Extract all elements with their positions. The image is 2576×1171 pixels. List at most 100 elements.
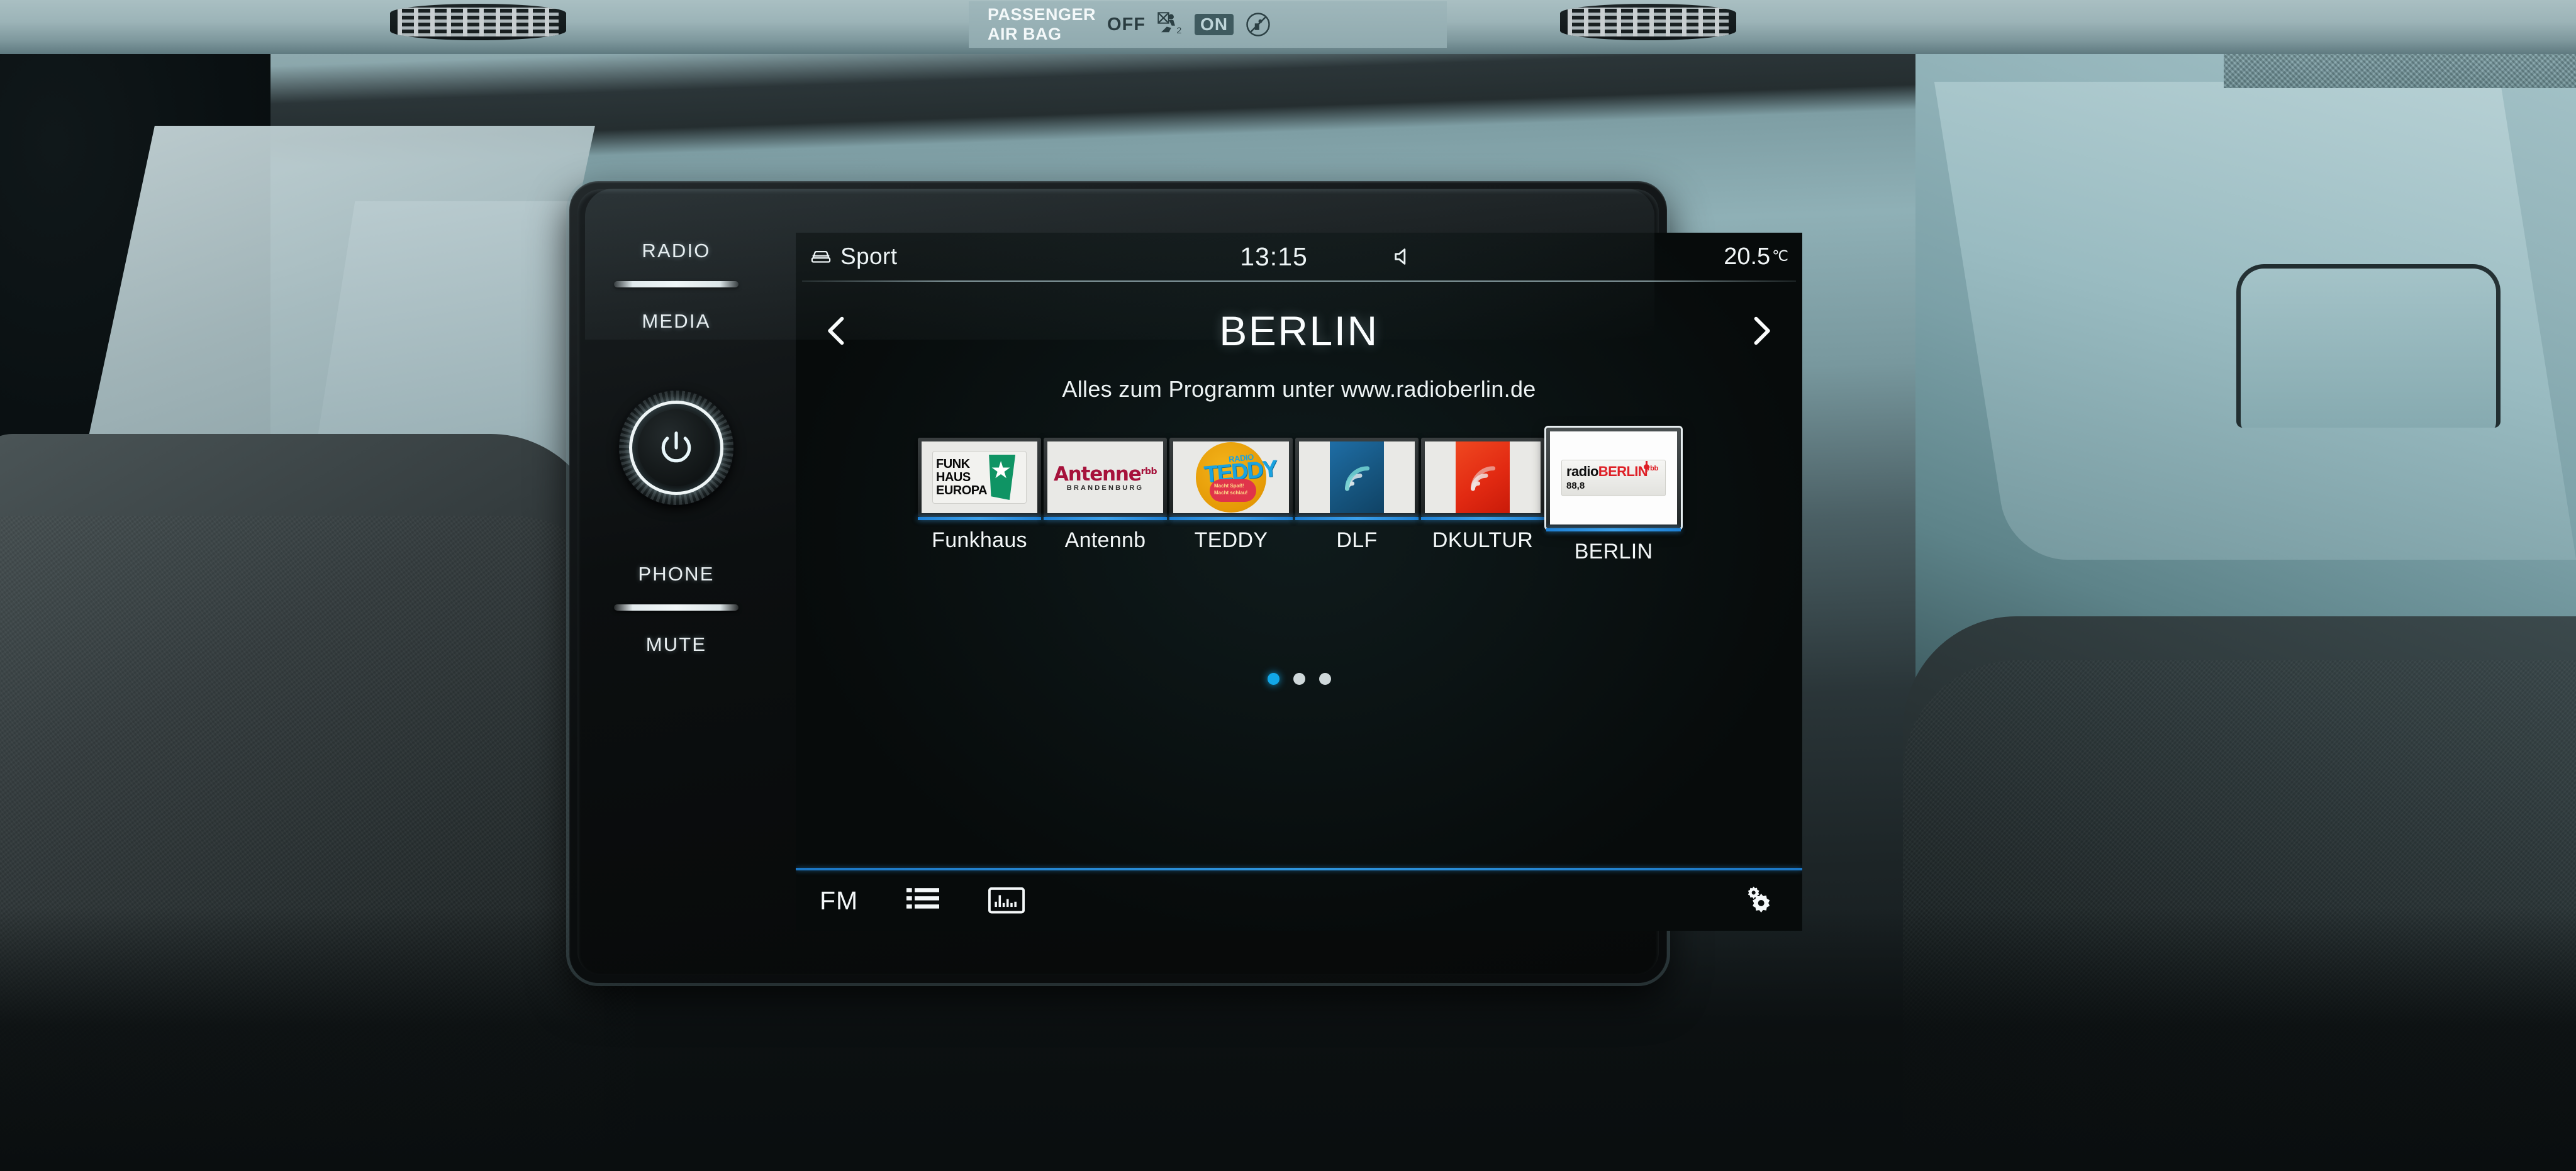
funkhaus-line3: EUROPA xyxy=(936,483,988,497)
preset-tile-funkhaus[interactable]: FUNK HAUS EUROPA Funkhaus xyxy=(917,438,1042,553)
airbag-title-line1: PASSENGER xyxy=(988,5,1096,24)
preset-label: BERLIN xyxy=(1574,540,1653,563)
airbag-no-child-seat-icon xyxy=(1245,11,1271,38)
preset-accent-underline xyxy=(1169,517,1293,520)
band-scan-icon[interactable] xyxy=(988,879,1025,923)
preset-label: Antennb xyxy=(1064,528,1146,552)
air-vent-right[interactable] xyxy=(1560,4,1736,40)
hw-rocker-radio-media[interactable] xyxy=(614,281,739,287)
funkhaus-logo-text: FUNK HAUS EUROPA xyxy=(936,457,988,497)
preset-artwork xyxy=(1299,441,1415,513)
station-header: BERLIN xyxy=(796,293,1802,369)
hw-button-mute[interactable]: MUTE xyxy=(646,633,707,656)
antenne-name: Antenne xyxy=(1053,463,1142,486)
speaker-mute-icon[interactable] xyxy=(1392,246,1413,267)
hw-button-media[interactable]: MEDIA xyxy=(642,310,710,333)
screenshot-root: PASSENGER AIR BAG OFF 2 ON RADIO MEDIA P… xyxy=(0,0,2576,1171)
power-icon xyxy=(657,428,696,467)
antenne-region: BRANDENBURG xyxy=(1066,484,1144,492)
generic-radio-wave-logo-red xyxy=(1456,441,1510,513)
left-hardware-controls: RADIO MEDIA PHONE MUTE xyxy=(598,227,755,950)
airbag-title: PASSENGER AIR BAG xyxy=(988,5,1096,44)
airbag-on-label: ON xyxy=(1195,14,1234,35)
funkhaus-flag-mark xyxy=(989,455,1016,500)
hw-rocker-phone-mute[interactable] xyxy=(614,604,739,611)
preset-label: TEDDY xyxy=(1194,528,1268,552)
knob-face xyxy=(638,409,715,486)
preset-label: Funkhaus xyxy=(932,528,1027,552)
funkhaus-line1: FUNK xyxy=(936,457,970,471)
drive-mode-label: Sport xyxy=(840,243,898,269)
status-bar-divider xyxy=(802,280,1796,282)
berlin-frequency: 88,8 xyxy=(1566,480,1585,491)
airbag-off-icon: 2 xyxy=(1157,11,1183,38)
funkhaus-europa-logo: FUNK HAUS EUROPA xyxy=(932,451,1027,504)
temperature-unit: ℃ xyxy=(1772,247,1788,264)
preset-accent-underline xyxy=(1546,528,1681,531)
hw-button-radio[interactable]: RADIO xyxy=(642,240,710,262)
hw-button-phone[interactable]: PHONE xyxy=(638,563,714,586)
clock: 13:15 xyxy=(1240,241,1308,271)
preset-artwork: radioBERLINrbb 88,8 xyxy=(1550,431,1677,524)
drive-mode-indicator[interactable]: Sport xyxy=(810,243,897,270)
preset-tile-dkultur[interactable]: DKULTUR xyxy=(1420,438,1545,553)
preset-tile-antennb[interactable]: Antennerbb BRANDENBURG Antennb xyxy=(1043,438,1168,553)
list-icon[interactable] xyxy=(906,879,939,923)
generic-radio-wave-logo-blue xyxy=(1330,441,1384,513)
teddy-slogan-blob: Macht Spaß! Macht schlau! xyxy=(1210,479,1256,502)
preset-artwork xyxy=(1425,441,1541,513)
berlin-tv-tower-mark xyxy=(1644,461,1649,472)
preset-tile-dlf[interactable]: DLF xyxy=(1295,438,1419,553)
preset-accent-underline xyxy=(1044,517,1167,520)
preset-pagination[interactable] xyxy=(796,673,1802,685)
preset-artwork-frame: RADIO TEDDY Macht Spaß! Macht schlau! xyxy=(1169,438,1293,517)
antenne-rbb: rbb xyxy=(1140,467,1157,477)
chevron-left-icon[interactable] xyxy=(810,304,864,358)
gears-icon[interactable] xyxy=(1736,879,1776,923)
teddy-slogan: Macht Spaß! Macht schlau! xyxy=(1214,483,1248,496)
chevron-right-icon[interactable] xyxy=(1734,304,1788,358)
car-front-icon xyxy=(810,248,832,265)
station-preset-list: FUNK HAUS EUROPA Funkhaus Antennerbb BRA… xyxy=(796,428,1802,564)
antenne-brandenburg-logo: Antennerbb BRANDENBURG xyxy=(1054,463,1157,492)
preset-artwork-frame xyxy=(1295,438,1419,517)
preset-artwork-frame: radioBERLINrbb 88,8 xyxy=(1546,428,1681,528)
band-button[interactable]: FM xyxy=(820,879,858,923)
preset-label: DLF xyxy=(1336,528,1378,552)
dashboard-right-storage-trim xyxy=(2236,264,2501,428)
preset-artwork-frame xyxy=(1421,438,1544,517)
bottom-toolbar: FM xyxy=(796,870,1802,931)
berlin-radio-word: radio xyxy=(1566,463,1598,479)
passenger-airbag-indicator: PASSENGER AIR BAG OFF 2 ON xyxy=(969,1,1447,48)
infotainment-screen[interactable]: Sport 13:15 20.5 ℃ BERLIN Alles zum Prog… xyxy=(796,233,1802,931)
airbag-title-line2: AIR BAG xyxy=(988,25,1062,43)
page-title: BERLIN xyxy=(1219,308,1379,354)
temperature-value: 20.5 xyxy=(1724,243,1771,270)
pagination-dot-1[interactable] xyxy=(1267,673,1280,685)
preset-label: DKULTUR xyxy=(1432,528,1534,552)
pagination-dot-3[interactable] xyxy=(1319,673,1331,685)
preset-tile-berlin[interactable]: radioBERLINrbb 88,8 BERLIN xyxy=(1546,428,1681,564)
radiotext-subtitle: Alles zum Programm unter www.radioberlin… xyxy=(1062,376,1536,402)
antenne-wordmark: Antennerbb xyxy=(1054,463,1157,486)
preset-artwork-frame: FUNK HAUS EUROPA xyxy=(918,438,1041,517)
preset-tile-teddy[interactable]: RADIO TEDDY Macht Spaß! Macht schlau! TE… xyxy=(1169,438,1293,553)
air-vent-left[interactable] xyxy=(390,4,566,40)
airbag-off-label: OFF xyxy=(1107,14,1146,35)
preset-accent-underline xyxy=(918,517,1041,520)
berlin-berlin-word: BERLIN xyxy=(1598,463,1648,479)
radio-teddy-logo: RADIO TEDDY Macht Spaß! Macht schlau! xyxy=(1196,442,1278,513)
preset-artwork: Antennerbb BRANDENBURG xyxy=(1047,441,1163,513)
outside-temperature: 20.5 ℃ xyxy=(1724,243,1788,270)
radio-berlin-rbb-logo: radioBERLINrbb 88,8 xyxy=(1561,460,1666,496)
preset-accent-underline xyxy=(1295,517,1419,520)
preset-accent-underline xyxy=(1421,517,1544,520)
pagination-dot-2[interactable] xyxy=(1293,673,1305,685)
svg-text:2: 2 xyxy=(1177,25,1182,35)
preset-artwork-frame: Antennerbb BRANDENBURG xyxy=(1044,438,1167,517)
status-bar: Sport 13:15 20.5 ℃ xyxy=(796,233,1802,280)
power-volume-knob[interactable] xyxy=(619,391,733,505)
funkhaus-star xyxy=(991,461,1010,479)
funkhaus-line2: HAUS xyxy=(936,470,971,484)
preset-artwork: RADIO TEDDY Macht Spaß! Macht schlau! xyxy=(1173,441,1289,513)
